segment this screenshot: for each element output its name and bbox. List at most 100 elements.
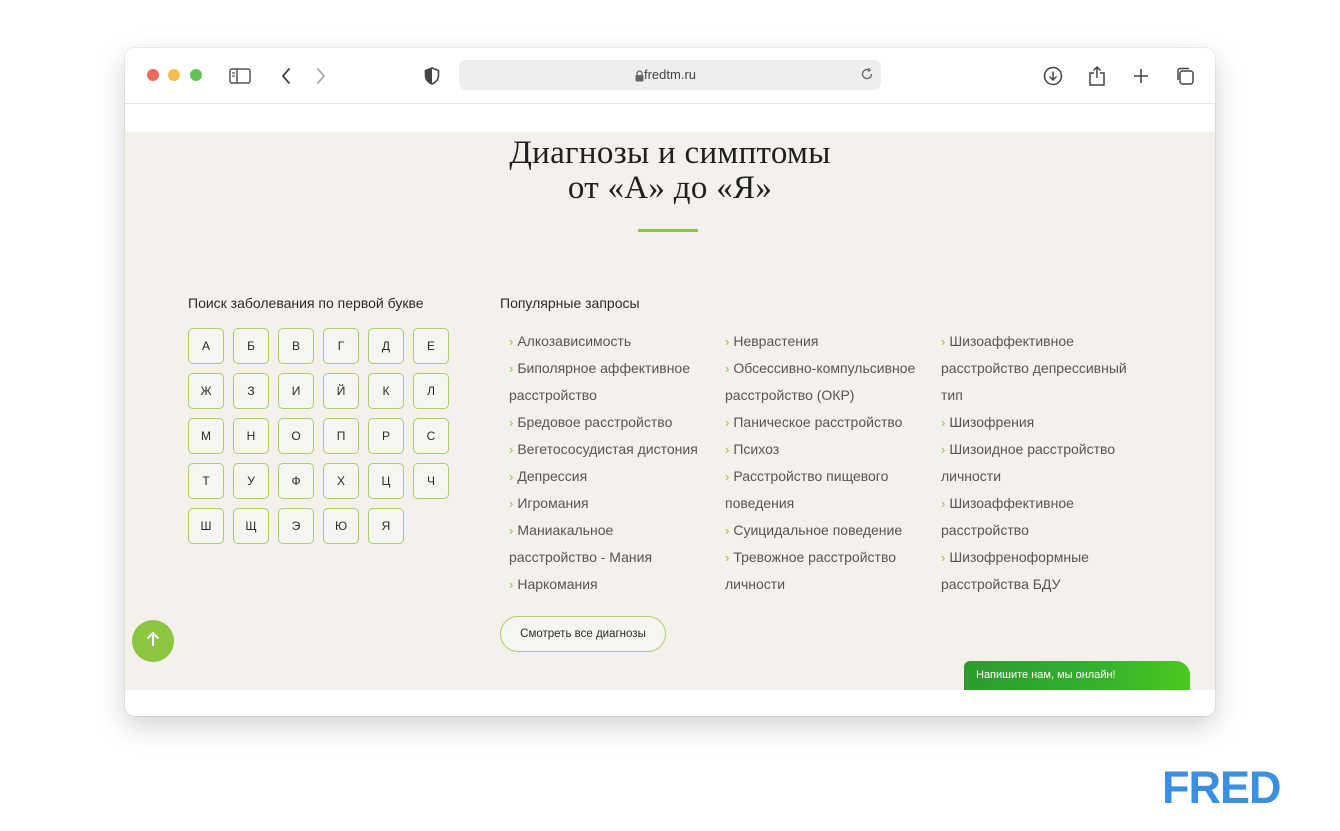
page-title-line1: Диагнозы и симптомы <box>509 135 831 171</box>
letter-button[interactable]: Ю <box>323 508 359 544</box>
popular-link[interactable]: › Шизоаффективное <box>932 490 1142 517</box>
letter-button[interactable]: Й <box>323 373 359 409</box>
popular-link[interactable]: › Психоз <box>716 436 926 463</box>
popular-link-continuation[interactable]: расстройства БДУ <box>932 571 1142 598</box>
letters-heading: Поиск заболевания по первой букве <box>188 295 424 311</box>
popular-link[interactable]: › Алкозависимость <box>500 328 710 355</box>
popular-link-continuation[interactable]: расстройство <box>932 517 1142 544</box>
letter-button[interactable]: Ч <box>413 463 449 499</box>
popular-link-continuation[interactable]: расстройство <box>500 382 710 409</box>
popular-link-continuation[interactable]: поведения <box>716 490 926 517</box>
popular-link-text: Шизоаффективное <box>949 495 1074 511</box>
close-window-button[interactable] <box>147 69 159 81</box>
letter-button[interactable]: Э <box>278 508 314 544</box>
chevron-right-icon: › <box>509 334 514 349</box>
popular-link[interactable]: › Депрессия <box>500 463 710 490</box>
letter-button[interactable]: К <box>368 373 404 409</box>
letter-button[interactable]: Г <box>323 328 359 364</box>
popular-link-text: Алкозависимость <box>517 333 632 349</box>
new-tab-icon[interactable] <box>1129 64 1153 88</box>
popular-link-continuation[interactable]: расстройство - Мания <box>500 544 710 571</box>
popular-link-text: расстройство <box>941 522 1029 538</box>
popular-link-text: Суицидальное поведение <box>733 522 903 538</box>
popular-link[interactable]: › Шизоидное расстройство <box>932 436 1142 463</box>
popular-link[interactable]: › Тревожное расстройство <box>716 544 926 571</box>
chevron-right-icon: › <box>509 469 514 484</box>
letter-button[interactable]: П <box>323 418 359 454</box>
letter-button[interactable]: Е <box>413 328 449 364</box>
tabs-overview-icon[interactable] <box>1173 64 1197 88</box>
chevron-right-icon: › <box>941 496 946 511</box>
popular-link[interactable]: › Шизоаффективное <box>932 328 1142 355</box>
popular-link[interactable]: › Маниакальное <box>500 517 710 544</box>
chevron-right-icon: › <box>725 469 730 484</box>
popular-link-text: Тревожное расстройство <box>733 549 897 565</box>
popular-link-text: Шизоаффективное <box>949 333 1074 349</box>
popular-link[interactable]: › Вегетососудистая дистония <box>500 436 710 463</box>
letter-button[interactable]: Ф <box>278 463 314 499</box>
letter-button[interactable]: Д <box>368 328 404 364</box>
popular-link-text: Паническое расстройство <box>733 414 903 430</box>
back-icon[interactable] <box>274 64 298 88</box>
popular-link-continuation[interactable]: расстройство депрессивный <box>932 355 1142 382</box>
minimize-window-button[interactable] <box>168 69 180 81</box>
shield-icon[interactable] <box>420 64 444 88</box>
popular-link[interactable]: › Расстройство пищевого <box>716 463 926 490</box>
popular-link-text: Шизофреноформные <box>949 549 1089 565</box>
popular-link[interactable]: › Бредовое расстройство <box>500 409 710 436</box>
sidebar-icon[interactable] <box>228 64 252 88</box>
letter-button[interactable]: Я <box>368 508 404 544</box>
letter-button[interactable]: А <box>188 328 224 364</box>
scroll-to-top-button[interactable] <box>132 620 174 662</box>
download-icon[interactable] <box>1041 64 1065 88</box>
chat-widget[interactable]: Напишите нам, мы онлайн! <box>964 661 1190 690</box>
popular-link[interactable]: › Паническое расстройство <box>716 409 926 436</box>
forward-icon[interactable] <box>309 64 333 88</box>
popular-link-text: Биполярное аффективное <box>517 360 691 376</box>
letter-button[interactable]: Р <box>368 418 404 454</box>
maximize-window-button[interactable] <box>190 69 202 81</box>
popular-link[interactable]: › Шизофреноформные <box>932 544 1142 571</box>
letter-button[interactable]: Ш <box>188 508 224 544</box>
popular-link-text: Расстройство пищевого <box>733 468 889 484</box>
letter-button[interactable]: У <box>233 463 269 499</box>
popular-link-continuation[interactable]: личности <box>932 463 1142 490</box>
popular-link-continuation[interactable]: расстройство (ОКР) <box>716 382 926 409</box>
popular-link[interactable]: › Суицидальное поведение <box>716 517 926 544</box>
share-icon[interactable] <box>1085 64 1109 88</box>
popular-link-text: расстройство - Мания <box>509 549 653 565</box>
letter-button[interactable]: Х <box>323 463 359 499</box>
popular-link[interactable]: › Неврастения <box>716 328 926 355</box>
popular-link[interactable]: › Наркомания <box>500 571 710 598</box>
popular-link[interactable]: › Обсессивно-компульсивное <box>716 355 926 382</box>
letter-button[interactable]: Л <box>413 373 449 409</box>
popular-link-continuation[interactable]: тип <box>932 382 1142 409</box>
letter-button[interactable]: Ж <box>188 373 224 409</box>
all-diagnoses-button[interactable]: Смотреть все диагнозы <box>500 616 666 652</box>
popular-link[interactable]: › Шизофрения <box>932 409 1142 436</box>
letter-button[interactable]: З <box>233 373 269 409</box>
letter-button[interactable]: Щ <box>233 508 269 544</box>
chevron-right-icon: › <box>725 523 730 538</box>
letter-button[interactable]: Ц <box>368 463 404 499</box>
popular-link-text: Неврастения <box>733 333 819 349</box>
popular-link-text: Шизоидное расстройство <box>949 441 1116 457</box>
popular-link[interactable]: › Биполярное аффективное <box>500 355 710 382</box>
letter-button[interactable]: Т <box>188 463 224 499</box>
popular-link-text: Вегетососудистая дистония <box>517 441 698 457</box>
address-bar[interactable]: fredtm.ru <box>459 60 881 90</box>
url-text[interactable]: fredtm.ru <box>459 60 881 90</box>
popular-link[interactable]: › Игромания <box>500 490 710 517</box>
letter-button[interactable]: О <box>278 418 314 454</box>
popular-column-3: › Шизоаффективное расстройство депрессивны… <box>932 328 1142 598</box>
letter-button[interactable]: С <box>413 418 449 454</box>
letter-button[interactable]: М <box>188 418 224 454</box>
chevron-right-icon: › <box>941 334 946 349</box>
reload-icon[interactable] <box>859 66 875 87</box>
letter-button[interactable]: И <box>278 373 314 409</box>
popular-link-continuation[interactable]: личности <box>716 571 926 598</box>
letter-button[interactable]: В <box>278 328 314 364</box>
letter-button[interactable]: Н <box>233 418 269 454</box>
letter-button[interactable]: Б <box>233 328 269 364</box>
chevron-right-icon: › <box>725 442 730 457</box>
